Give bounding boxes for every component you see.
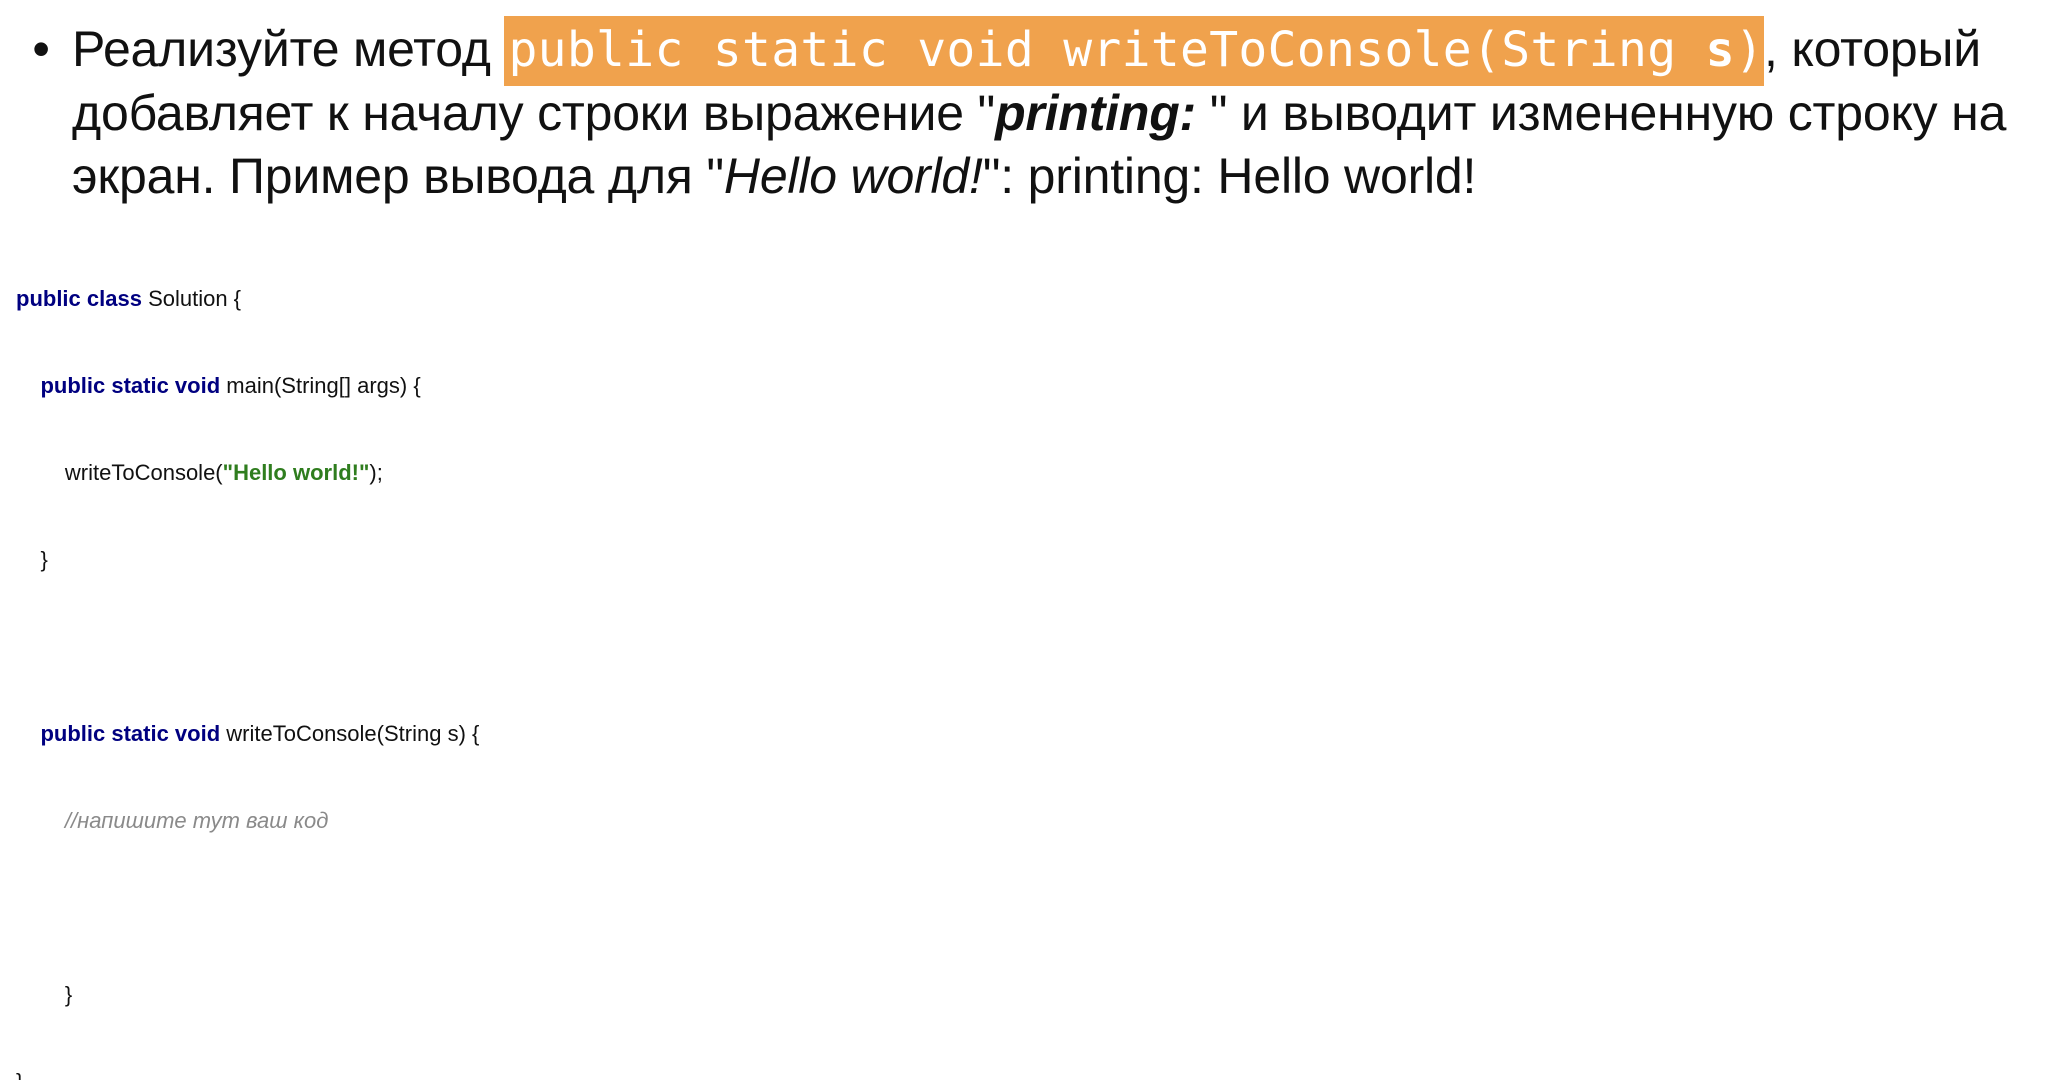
task-intro-text: Реализуйте метод	[72, 21, 505, 77]
write-code-comment: //напишите тут ваш код	[64, 808, 329, 833]
main-method-keywords: public static void	[40, 373, 221, 398]
write-to-console-call: writeToConsole(	[64, 460, 223, 485]
java-code-sample: public class Solution { public static vo…	[16, 226, 479, 1080]
code-line-write-method: public static void writeToConsole(String…	[16, 719, 479, 748]
example-input-text: Hello world!	[723, 148, 983, 204]
hello-world-string: "Hello world!"	[222, 460, 370, 485]
method-signature-close: )	[1734, 22, 1764, 78]
write-method-signature: writeToConsole(String s) {	[220, 721, 480, 746]
code-line-method-call: writeToConsole("Hello world!");	[16, 458, 479, 487]
printing-prefix: printing:	[995, 85, 1196, 141]
comment-indent	[16, 808, 65, 833]
method-signature-code: public static void writeToConsole(String	[508, 22, 1706, 78]
call-indent	[16, 460, 65, 485]
call-end: );	[369, 460, 383, 485]
write-method-indent	[16, 721, 40, 746]
main-indent	[16, 373, 40, 398]
method-signature-highlight: public static void writeToConsole(String…	[504, 16, 1764, 86]
write-method-keywords: public static void	[40, 721, 221, 746]
code-line-main-method: public static void main(String[] args) {	[16, 371, 479, 400]
code-line-comment: //напишите тут ваш код	[16, 806, 479, 835]
method-signature-param: s	[1705, 22, 1735, 78]
code-line-write-method-close: }	[16, 982, 73, 1007]
code-line-main-close: }	[16, 547, 48, 572]
task-description: • Реализуйте метод public static void wr…	[16, 16, 2056, 208]
task-paragraph: Реализуйте метод public static void writ…	[72, 16, 2056, 208]
task-example-output-text: ": printing: Hello world!	[982, 148, 1477, 204]
bullet-marker: •	[32, 21, 50, 77]
class-declaration-rest: Solution {	[141, 286, 242, 311]
code-line-class: public class Solution {	[16, 284, 479, 313]
code-line-empty-method-body	[16, 893, 479, 922]
class-keywords: public class	[16, 286, 142, 311]
main-method-signature: main(String[] args) {	[220, 373, 421, 398]
code-line-class-close: }	[16, 1067, 479, 1080]
